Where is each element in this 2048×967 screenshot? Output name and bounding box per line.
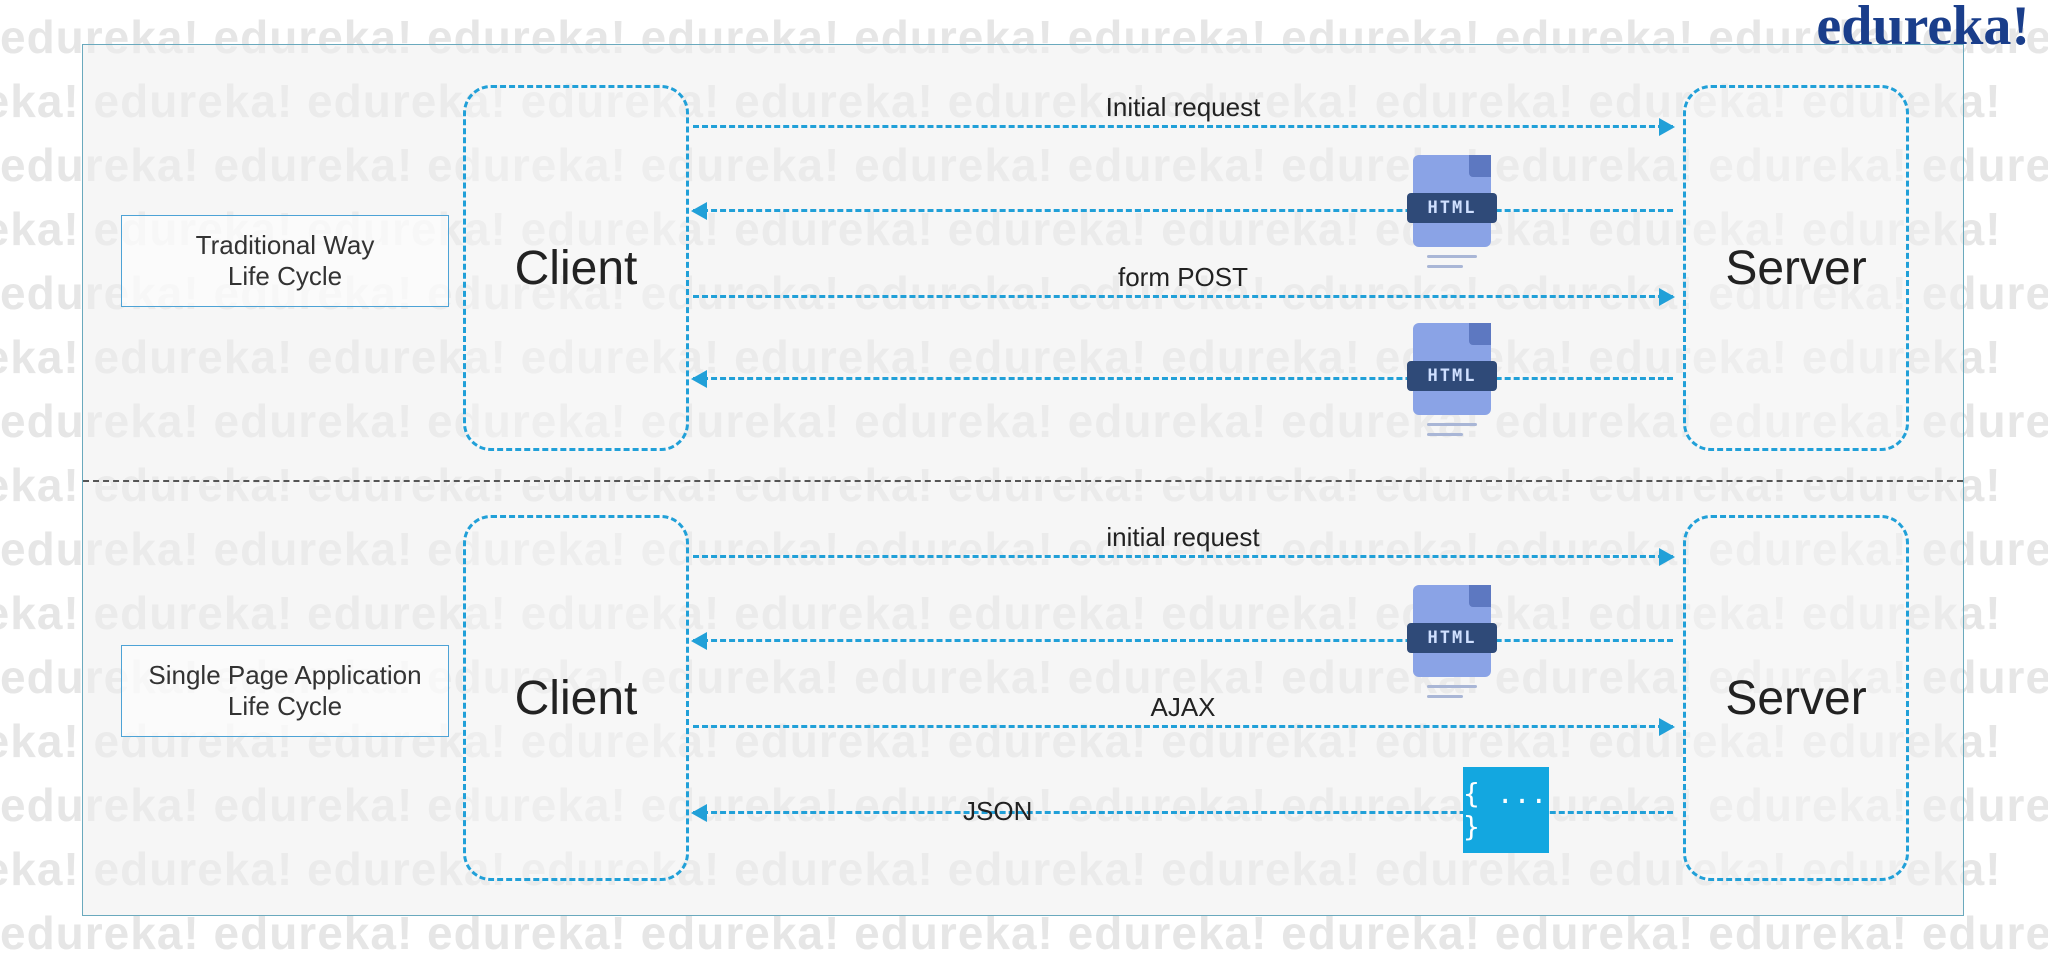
arrow-label: Initial request xyxy=(693,92,1673,123)
arrow-html-response-bottom xyxy=(693,639,1673,642)
arrow-initial-request-top: Initial request xyxy=(693,125,1673,128)
arrow-ajax: AJAX xyxy=(693,725,1673,728)
client-label: Client xyxy=(515,671,638,726)
title-spa: Single Page Application Life Cycle xyxy=(121,645,449,737)
json-icon: { ... } xyxy=(1463,767,1549,853)
arrow-html-response-top-1 xyxy=(693,209,1673,212)
html-badge: HTML xyxy=(1407,193,1497,223)
title-traditional: Traditional Way Life Cycle xyxy=(121,215,449,307)
title-line: Single Page Application xyxy=(130,660,440,691)
title-line: Life Cycle xyxy=(130,691,440,722)
arrow-label: AJAX xyxy=(693,692,1673,723)
client-box-bottom: Client xyxy=(463,515,689,881)
arrow-form-post: form POST xyxy=(693,295,1673,298)
server-label: Server xyxy=(1725,671,1866,726)
title-line: Traditional Way xyxy=(130,230,440,261)
server-label: Server xyxy=(1725,241,1866,296)
html-file-icon: HTML xyxy=(1413,155,1491,247)
diagram-frame: Traditional Way Life Cycle Client Server… xyxy=(82,44,1964,916)
html-file-icon: HTML xyxy=(1413,323,1491,415)
json-icon-text: { ... } xyxy=(1463,777,1549,843)
server-box-bottom: Server xyxy=(1683,515,1909,881)
arrow-label: form POST xyxy=(693,262,1673,293)
arrow-label: initial request xyxy=(693,522,1673,553)
title-line: Life Cycle xyxy=(130,261,440,292)
section-divider xyxy=(83,480,1963,482)
server-box-top: Server xyxy=(1683,85,1909,451)
html-file-icon: HTML xyxy=(1413,585,1491,677)
html-badge: HTML xyxy=(1407,361,1497,391)
html-badge: HTML xyxy=(1407,623,1497,653)
arrow-html-response-top-2 xyxy=(693,377,1673,380)
json-label: JSON xyxy=(963,796,1032,827)
client-label: Client xyxy=(515,241,638,296)
client-box-top: Client xyxy=(463,85,689,451)
arrow-initial-request-bottom: initial request xyxy=(693,555,1673,558)
